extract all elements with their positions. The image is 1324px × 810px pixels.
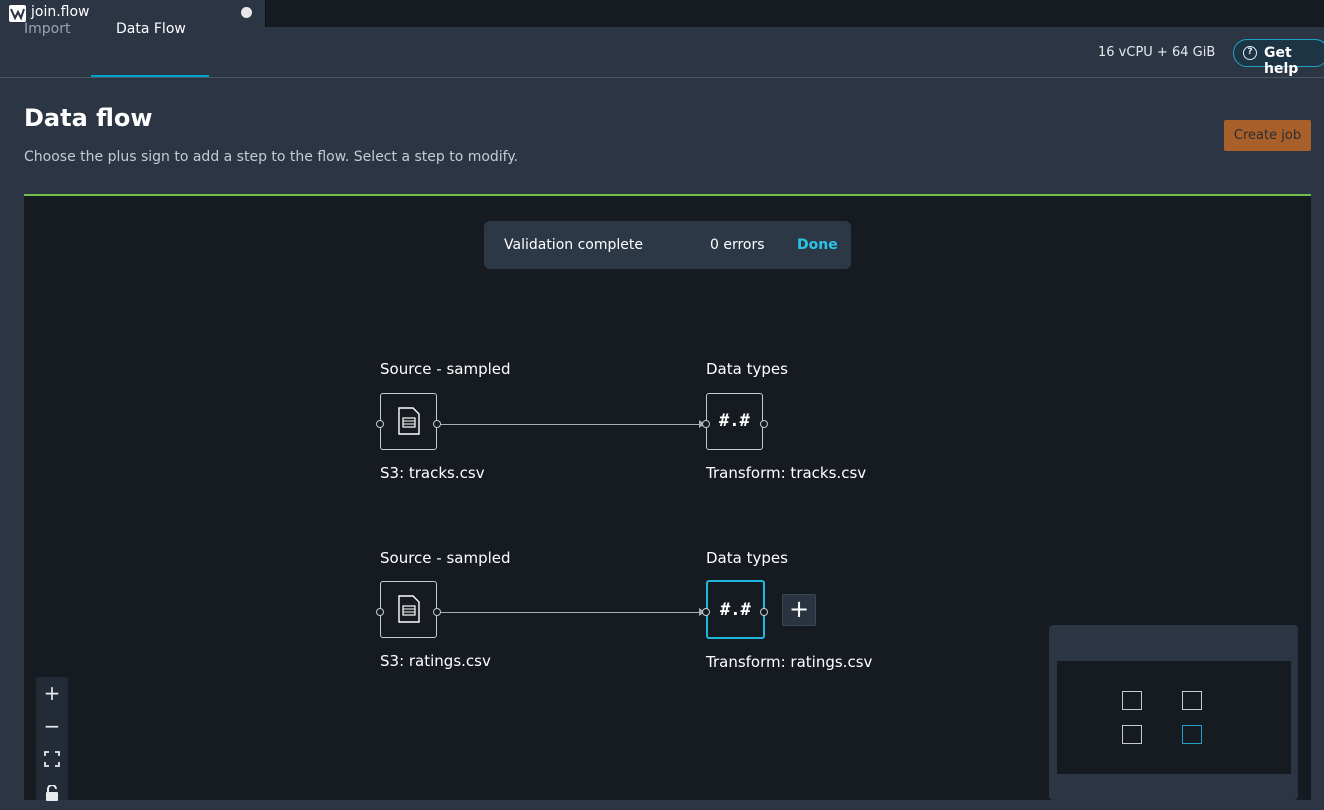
zoom-out-button[interactable]: − <box>36 710 68 743</box>
question-circle-icon: ? <box>1243 46 1257 60</box>
source-node-name: S3: ratings.csv <box>380 652 491 670</box>
fit-view-icon <box>44 751 60 767</box>
minimap-viewport[interactable] <box>1057 661 1291 774</box>
validation-toast: Validation complete 0 errors Done <box>484 221 851 269</box>
transform-node-tracks[interactable]: #.# <box>706 393 763 450</box>
transform-node-name: Transform: ratings.csv <box>706 653 873 671</box>
add-step-button[interactable]: + <box>782 594 816 626</box>
transform-output-port[interactable] <box>760 608 768 616</box>
source-node-name: S3: tracks.csv <box>380 464 485 482</box>
zoom-in-button[interactable]: + <box>36 677 68 710</box>
create-job-button[interactable]: Create job <box>1224 120 1311 151</box>
data-types-glyph: #.# <box>719 411 750 431</box>
flow-edge <box>441 424 700 425</box>
transform-input-port[interactable] <box>702 608 710 616</box>
transform-input-port[interactable] <box>702 420 710 428</box>
data-types-glyph: #.# <box>720 600 751 620</box>
transform-node-ratings[interactable]: #.# <box>706 580 765 639</box>
get-help-button[interactable]: ? Get help <box>1233 39 1324 77</box>
flow-edge <box>441 612 700 613</box>
get-help-label: Get help <box>1264 45 1299 77</box>
zoom-controls: + − <box>36 677 68 801</box>
minimap-node <box>1122 725 1142 744</box>
done-button[interactable]: Done <box>797 237 838 253</box>
file-tab-title: join.flow <box>31 4 90 20</box>
validation-errors: 0 errors <box>710 237 765 253</box>
page-description: Choose the plus sign to add a step to th… <box>24 149 519 165</box>
transform-node-name: Transform: tracks.csv <box>706 464 867 482</box>
instance-resources[interactable]: 16 vCPU + 64 GiB <box>1098 45 1215 60</box>
source-node-type-label: Source - sampled <box>380 360 511 378</box>
file-icon <box>398 407 420 435</box>
file-tab-strip: join.flow <box>0 0 1324 27</box>
source-node-ratings[interactable] <box>380 581 437 638</box>
lock-button[interactable] <box>36 776 68 809</box>
minimap[interactable] <box>1049 625 1298 800</box>
source-input-port[interactable] <box>376 608 384 616</box>
lock-icon <box>46 784 58 801</box>
validation-title: Validation complete <box>504 237 643 253</box>
transform-output-port[interactable] <box>760 420 768 428</box>
source-output-port[interactable] <box>433 608 441 616</box>
minimap-node <box>1122 691 1142 710</box>
fit-view-button[interactable] <box>36 743 68 776</box>
source-input-port[interactable] <box>376 420 384 428</box>
file-icon <box>398 595 420 623</box>
source-node-type-label: Source - sampled <box>380 549 511 567</box>
tab-import[interactable]: Import <box>24 21 70 37</box>
minimap-node <box>1182 691 1202 710</box>
source-output-port[interactable] <box>433 420 441 428</box>
tab-data-flow[interactable]: Data Flow <box>116 21 186 37</box>
sagemaker-logo-icon <box>9 5 26 22</box>
active-tab-indicator <box>91 75 209 77</box>
page-title: Data flow <box>24 104 153 132</box>
transform-node-type-label: Data types <box>706 549 788 567</box>
source-node-tracks[interactable] <box>380 393 437 450</box>
minimap-node-selected <box>1182 725 1202 744</box>
unsaved-indicator-icon[interactable] <box>241 7 252 18</box>
transform-node-type-label: Data types <box>706 360 788 378</box>
